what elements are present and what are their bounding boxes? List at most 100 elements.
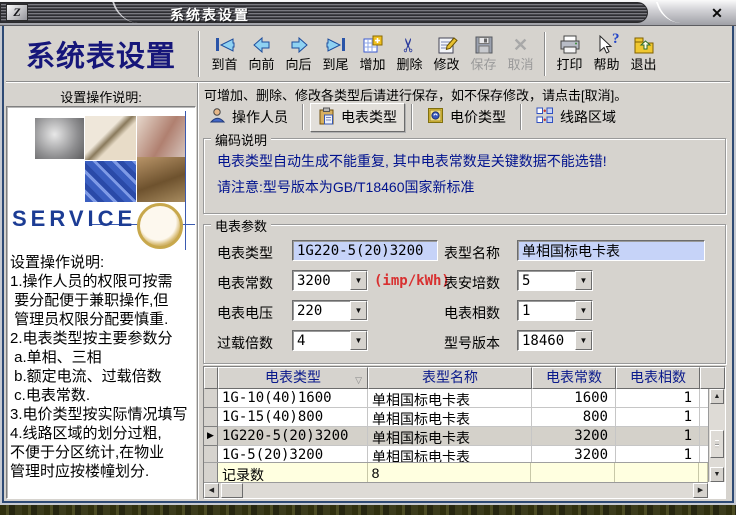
exit-button[interactable]: 退出 [625, 31, 662, 72]
tab-line-regions[interactable]: 线路区域 [528, 103, 624, 131]
column-header-model-name[interactable]: 表型名称 [368, 367, 532, 389]
amperage-combo[interactable]: 5 ▼ [517, 270, 593, 291]
combo-arrow-icon[interactable]: ▼ [575, 331, 592, 350]
photo-keyboard [85, 161, 136, 202]
cell-model-name: 单相国标电卡表 [368, 389, 532, 408]
close-icon[interactable]: ✕ [707, 3, 727, 23]
instruction-line: 3.电价类型按实际情况填写 [10, 405, 195, 424]
instruction-line: 2.电表类型按主要参数分 [10, 329, 195, 348]
price-book-icon [427, 107, 444, 127]
record-count-label: 记录数 [218, 463, 368, 482]
first-button[interactable]: 到首 [206, 31, 243, 72]
next-button[interactable]: 向后 [280, 31, 317, 72]
tab-operators[interactable]: 操作人员 [201, 103, 296, 131]
help-label: 帮助 [593, 57, 619, 72]
combo-arrow-icon[interactable]: ▼ [575, 301, 592, 320]
user-icon [209, 107, 226, 127]
save-button[interactable]: 保存 [465, 31, 502, 72]
meter-constant-unit: (imp/kWh) [374, 273, 450, 289]
scroll-left-icon[interactable]: ◀ [204, 483, 219, 498]
voltage-combo[interactable]: 220 ▼ [292, 300, 368, 321]
cell-meter-constant: 3200 [532, 427, 616, 446]
column-header-meter-constant[interactable]: 电表常数 [532, 367, 616, 389]
service-text: SERVICE [12, 206, 136, 232]
table-row-selected[interactable]: ▶ 1G220-5(20)3200 单相国标电卡表 3200 1 [204, 427, 725, 446]
column-header-phases[interactable]: 电表相数 [616, 367, 700, 389]
scroll-down-icon[interactable]: ▼ [710, 467, 724, 482]
app-logo-icon: Z [6, 4, 28, 21]
cell-meter-type: 1G-10(40)1600 [218, 389, 368, 408]
app-window: Z 系统表设置 ✕ 系统表设置 到首 向前 [0, 0, 736, 515]
meter-constant-combo[interactable]: 3200 ▼ [292, 270, 368, 291]
cancel-icon: ✕ [513, 32, 528, 57]
delete-button[interactable]: ✂ 删除 [391, 31, 428, 72]
meter-type-field[interactable] [292, 240, 438, 261]
print-icon [559, 32, 581, 57]
cell-model-name: 单相国标电卡表 [368, 427, 532, 446]
edit-button[interactable]: 修改 [428, 31, 465, 72]
prev-button[interactable]: 向前 [243, 31, 280, 72]
titlebar-stripes [0, 2, 648, 23]
scroll-up-icon[interactable]: ▲ [710, 389, 724, 404]
print-button[interactable]: 打印 [551, 31, 588, 72]
toolbar: 到首 向前 向后 [206, 31, 730, 81]
help-button[interactable]: ? 帮助 [588, 31, 625, 72]
prev-icon [251, 32, 273, 57]
model-name-field[interactable] [517, 240, 705, 261]
row-indicator [204, 389, 218, 408]
footer-cell [531, 463, 615, 482]
sidebar-main-divider [197, 83, 199, 500]
instruction-line: 设置操作说明: [10, 253, 195, 272]
tab-meter-types[interactable]: 电表类型 [310, 103, 405, 132]
meter-types-table: 电表类型 ▽ 表型名称 电表常数 电表相数 1G-10(40)1600 单相国标… [203, 366, 726, 499]
instruction-line: c.电表常数. [10, 386, 195, 405]
overload-combo[interactable]: 4 ▼ [292, 330, 368, 351]
cell-model-name: 单相国标电卡表 [368, 408, 532, 427]
region-boxes-icon [536, 107, 554, 127]
photo-stapler [35, 118, 84, 159]
clipboard-icon [318, 107, 335, 128]
sidebar-header: 设置操作说明: [6, 84, 196, 104]
last-button[interactable]: 到尾 [317, 31, 354, 72]
table-row[interactable]: 1G-10(40)1600 单相国标电卡表 1600 1 [204, 389, 725, 408]
header-band: 系统表设置 到首 向前 [6, 29, 730, 82]
collage-line-vertical [185, 111, 186, 250]
scroll-right-icon[interactable]: ▶ [693, 483, 708, 498]
next-label: 向后 [285, 57, 311, 72]
combo-value: 3200 [293, 271, 350, 290]
version-combo[interactable]: 18460 ▼ [517, 330, 593, 351]
instruction-line: 4.线路区域的划分过粗, [10, 424, 195, 443]
combo-arrow-icon[interactable]: ▼ [350, 301, 367, 320]
horizontal-scroll-thumb[interactable] [221, 483, 243, 498]
params-groupbox: 电表参数 电表类型 表型名称 电表常数 3200 ▼ (imp/kWh) 表安培… [203, 224, 726, 364]
combo-arrow-icon[interactable]: ▼ [350, 331, 367, 350]
window-title: 系统表设置 [170, 5, 250, 25]
cancel-button[interactable]: ✕ 取消 [502, 31, 539, 72]
exit-label: 退出 [630, 57, 656, 72]
combo-value: 18460 [518, 331, 575, 350]
horizontal-scrollbar[interactable]: ◀ ▶ [204, 482, 708, 498]
next-icon [288, 32, 310, 57]
table-row[interactable]: 1G-15(40)800 单相国标电卡表 800 1 [204, 408, 725, 427]
row-pointer-icon: ▶ [204, 427, 218, 446]
add-icon [362, 32, 384, 57]
tab-price-types[interactable]: 电价类型 [419, 103, 514, 131]
tab-bar: 操作人员 电表类型 电价类型 [201, 102, 730, 132]
add-button[interactable]: 增加 [354, 31, 391, 72]
vertical-scroll-thumb[interactable] [710, 430, 724, 458]
cell-meter-type: 1G-15(40)800 [218, 408, 368, 427]
header-indicator-cell [204, 367, 218, 389]
phases-combo[interactable]: 1 ▼ [517, 300, 593, 321]
instructions-text: 设置操作说明: 1.操作人员的权限可按需 要分配便于兼职操作,但 管理员权限分配… [10, 253, 195, 498]
instruction-line: 管理员权限分配要慎重. [10, 310, 195, 329]
sort-icon: ▽ [355, 371, 362, 390]
combo-arrow-icon[interactable]: ▼ [350, 271, 367, 290]
instruction-line: b.额定电流、过载倍数 [10, 367, 195, 386]
first-label: 到首 [211, 57, 237, 72]
column-header-meter-type[interactable]: 电表类型 ▽ [218, 367, 368, 389]
combo-arrow-icon[interactable]: ▼ [575, 271, 592, 290]
cell-meter-constant: 1600 [532, 389, 616, 408]
vertical-scrollbar[interactable]: ▲ ▼ [708, 389, 725, 482]
instruction-line: 要分配便于兼职操作,但 [10, 291, 195, 310]
table-footer: 记录数 8 [204, 462, 708, 482]
